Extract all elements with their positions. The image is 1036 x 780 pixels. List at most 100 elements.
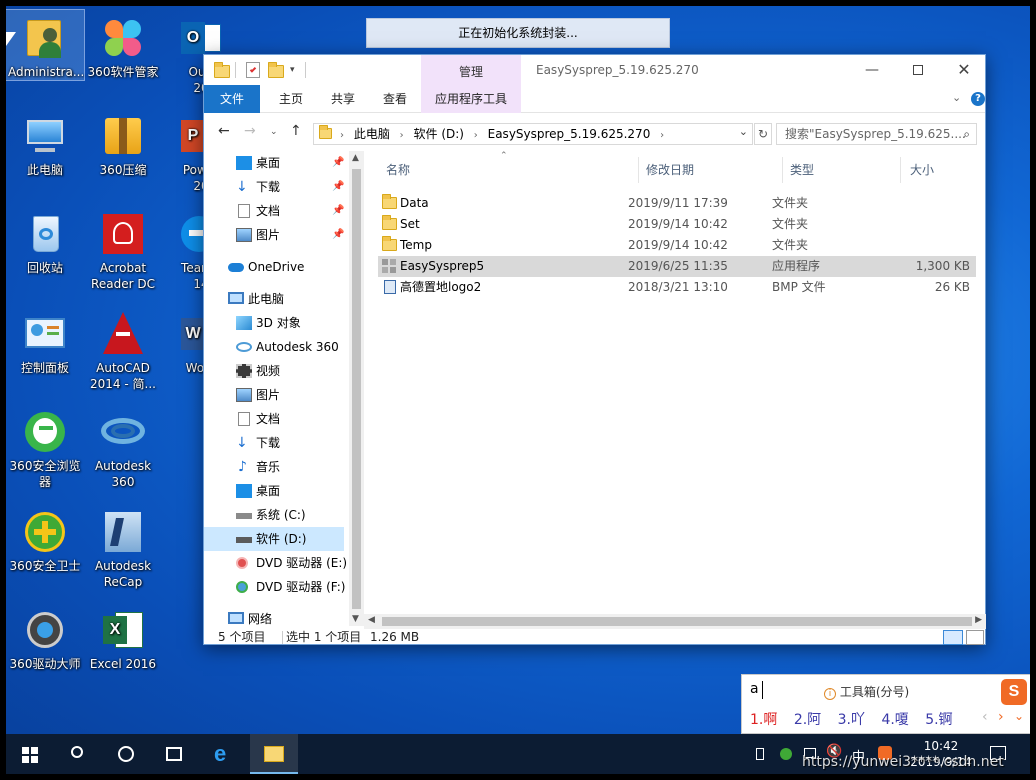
tab-application-tools[interactable]: 应用程序工具 xyxy=(421,85,521,113)
back-arrow-icon[interactable]: ← xyxy=(218,123,230,139)
nav-item-desktop[interactable]: 桌面 xyxy=(204,479,344,503)
nav-item-onedrive[interactable]: OneDrive xyxy=(204,255,344,279)
pin-icon[interactable]: 📌 xyxy=(332,223,344,247)
desktop-icon-excel[interactable]: X Excel 2016 xyxy=(84,602,162,672)
desktop-icon-360-browser[interactable]: 360安全浏览 器 xyxy=(6,404,84,490)
desktop-icon-360-driver[interactable]: 360驱动大师 xyxy=(6,602,84,672)
start-button[interactable] xyxy=(6,734,54,774)
forward-arrow-icon[interactable]: → xyxy=(244,123,256,139)
ime-candidate[interactable]: 1.啊 xyxy=(750,712,777,728)
file-row[interactable]: Set 2019/9/14 10:42 文件夹 xyxy=(378,214,976,235)
minimize-button[interactable]: — xyxy=(849,55,895,85)
usb-icon[interactable] xyxy=(756,748,764,760)
cortana-button[interactable] xyxy=(102,734,150,774)
pin-icon[interactable]: 📌 xyxy=(332,199,344,223)
desktop-icon-autodesk-recap[interactable]: Autodesk ReCap xyxy=(84,504,162,590)
help-icon[interactable]: ? xyxy=(971,92,985,106)
nav-item-documents-pinned[interactable]: 文档 📌 xyxy=(204,199,344,223)
tab-home[interactable]: 主页 xyxy=(266,85,316,113)
properties-icon[interactable] xyxy=(246,62,260,78)
desktop-icon-administrator[interactable]: Administra... xyxy=(6,9,85,81)
column-header-name[interactable]: 名称 xyxy=(386,157,410,183)
nav-item-drive-d[interactable]: 软件 (D:) xyxy=(204,527,344,551)
nav-item-drive-c[interactable]: 系统 (C:) xyxy=(204,503,344,527)
ime-candidate[interactable]: 2.阿 xyxy=(794,712,821,728)
refresh-icon[interactable]: ↻ xyxy=(754,123,772,145)
details-view-icon[interactable] xyxy=(943,630,963,645)
file-row[interactable]: Temp 2019/9/14 10:42 文件夹 xyxy=(378,235,976,256)
ime-prev-page-icon[interactable]: ‹ xyxy=(982,709,988,725)
nav-item-downloads-pinned[interactable]: ↓ 下载 📌 xyxy=(204,175,344,199)
file-row[interactable]: 高德置地logo2 2018/3/21 13:10 BMP 文件 26 KB xyxy=(378,277,976,298)
close-button[interactable]: ✕ xyxy=(941,55,987,85)
nav-pane-scrollbar[interactable]: ▲ ▼ xyxy=(349,151,364,626)
ime-expand-icon[interactable]: ⌄ xyxy=(1014,709,1024,723)
ime-candidate[interactable]: 3.吖 xyxy=(838,712,865,728)
nav-item-downloads[interactable]: ↓ 下载 xyxy=(204,431,344,455)
360-tray-icon[interactable] xyxy=(780,748,792,760)
task-view-button[interactable] xyxy=(150,734,198,774)
file-row[interactable]: Data 2019/9/11 17:39 文件夹 xyxy=(378,193,976,214)
horizontal-scrollbar[interactable]: ◀ ▶ xyxy=(364,614,986,629)
search-input[interactable]: 搜索"EasySysprep_5.19.625.... ⌕ xyxy=(776,123,977,145)
ribbon-expand-icon[interactable]: ⌄ xyxy=(952,91,961,104)
scrollbar-thumb[interactable] xyxy=(352,169,361,609)
new-folder-icon[interactable] xyxy=(268,62,284,78)
nav-item-documents[interactable]: 文档 xyxy=(204,407,344,431)
scroll-left-icon[interactable]: ◀ xyxy=(368,615,375,625)
ime-candidate[interactable]: 5.锕 xyxy=(925,712,952,728)
desktop-icon-acrobat[interactable]: Acrobat Reader DC xyxy=(84,206,162,292)
nav-item-music[interactable]: ♪ 音乐 xyxy=(204,455,344,479)
desktop-icon-autocad[interactable]: AutoCAD 2014 - 简... xyxy=(84,306,162,392)
column-header-type[interactable]: 类型 xyxy=(790,157,814,183)
scroll-up-icon[interactable]: ▲ xyxy=(352,153,359,163)
ime-toolbox[interactable]: i 工具箱(分号) xyxy=(824,683,909,700)
large-icons-view-icon[interactable] xyxy=(966,630,984,645)
column-divider[interactable] xyxy=(900,157,901,183)
address-dropdown-icon[interactable]: ⌄ xyxy=(739,125,748,138)
address-bar[interactable]: › 此电脑 › 软件 (D:) › EasySysprep_5.19.625.2… xyxy=(313,123,753,145)
qat-dropdown-icon[interactable]: ▾ xyxy=(290,65,295,81)
nav-item-network[interactable]: 网络 xyxy=(204,607,344,626)
edge-button[interactable]: e xyxy=(202,734,250,774)
up-arrow-icon[interactable]: ↑ xyxy=(290,123,302,139)
tab-file[interactable]: 文件 xyxy=(204,85,260,113)
tab-view[interactable]: 查看 xyxy=(370,85,420,113)
file-row-selected[interactable]: EasySysprep5 2019/6/25 11:35 应用程序 1,300 … xyxy=(378,256,976,277)
manage-context-tab[interactable]: 管理 xyxy=(421,55,521,85)
desktop-icon-360-zip[interactable]: 360压缩 xyxy=(84,108,162,178)
nav-item-this-pc[interactable]: 此电脑 xyxy=(204,287,344,311)
nav-item-dvd-e[interactable]: DVD 驱动器 (E:) xyxy=(204,551,347,575)
nav-item-3d-objects[interactable]: 3D 对象 xyxy=(204,311,344,335)
desktop-icon-autodesk-360[interactable]: Autodesk 360 xyxy=(84,404,162,490)
column-divider[interactable] xyxy=(638,157,639,183)
maximize-button[interactable] xyxy=(895,55,941,85)
desktop-icon-control-panel[interactable]: 控制面板 xyxy=(6,306,84,376)
desktop-icon-recycle-bin[interactable]: 回收站 xyxy=(6,206,84,276)
breadcrumb-drive-d[interactable]: 软件 (D:) xyxy=(414,127,464,141)
scrollbar-thumb[interactable] xyxy=(382,617,972,626)
tab-share[interactable]: 共享 xyxy=(318,85,368,113)
ime-candidate[interactable]: 4.嗄 xyxy=(881,712,908,728)
nav-item-pictures[interactable]: 图片 xyxy=(204,383,344,407)
pin-icon[interactable]: 📌 xyxy=(332,175,344,199)
file-explorer-button[interactable] xyxy=(250,734,298,774)
nav-item-autodesk-360[interactable]: Autodesk 360 xyxy=(204,335,344,359)
column-header-date[interactable]: 修改日期 xyxy=(646,157,694,183)
nav-item-dvd-f[interactable]: DVD 驱动器 (F:) xyxy=(204,575,346,599)
ime-next-page-icon[interactable]: › xyxy=(998,709,1004,725)
column-header-size[interactable]: 大小 xyxy=(910,157,934,183)
pin-icon[interactable]: 📌 xyxy=(332,151,344,175)
scroll-right-icon[interactable]: ▶ xyxy=(975,615,982,625)
breadcrumb-folder[interactable]: EasySysprep_5.19.625.270 xyxy=(488,127,651,141)
nav-item-pictures-pinned[interactable]: 图片 📌 xyxy=(204,223,344,247)
breadcrumb-this-pc[interactable]: 此电脑 xyxy=(354,127,390,141)
recent-dropdown-icon[interactable]: ⌄ xyxy=(270,127,278,137)
column-divider[interactable] xyxy=(782,157,783,183)
search-button[interactable] xyxy=(54,734,102,774)
nav-item-videos[interactable]: 视频 xyxy=(204,359,344,383)
desktop-icon-360-software-manager[interactable]: 360软件管家 xyxy=(84,10,162,80)
desktop-icon-this-pc[interactable]: 此电脑 xyxy=(6,108,84,178)
desktop-icon-360-safe[interactable]: 360安全卫士 xyxy=(6,504,84,574)
scroll-down-icon[interactable]: ▼ xyxy=(352,614,359,624)
